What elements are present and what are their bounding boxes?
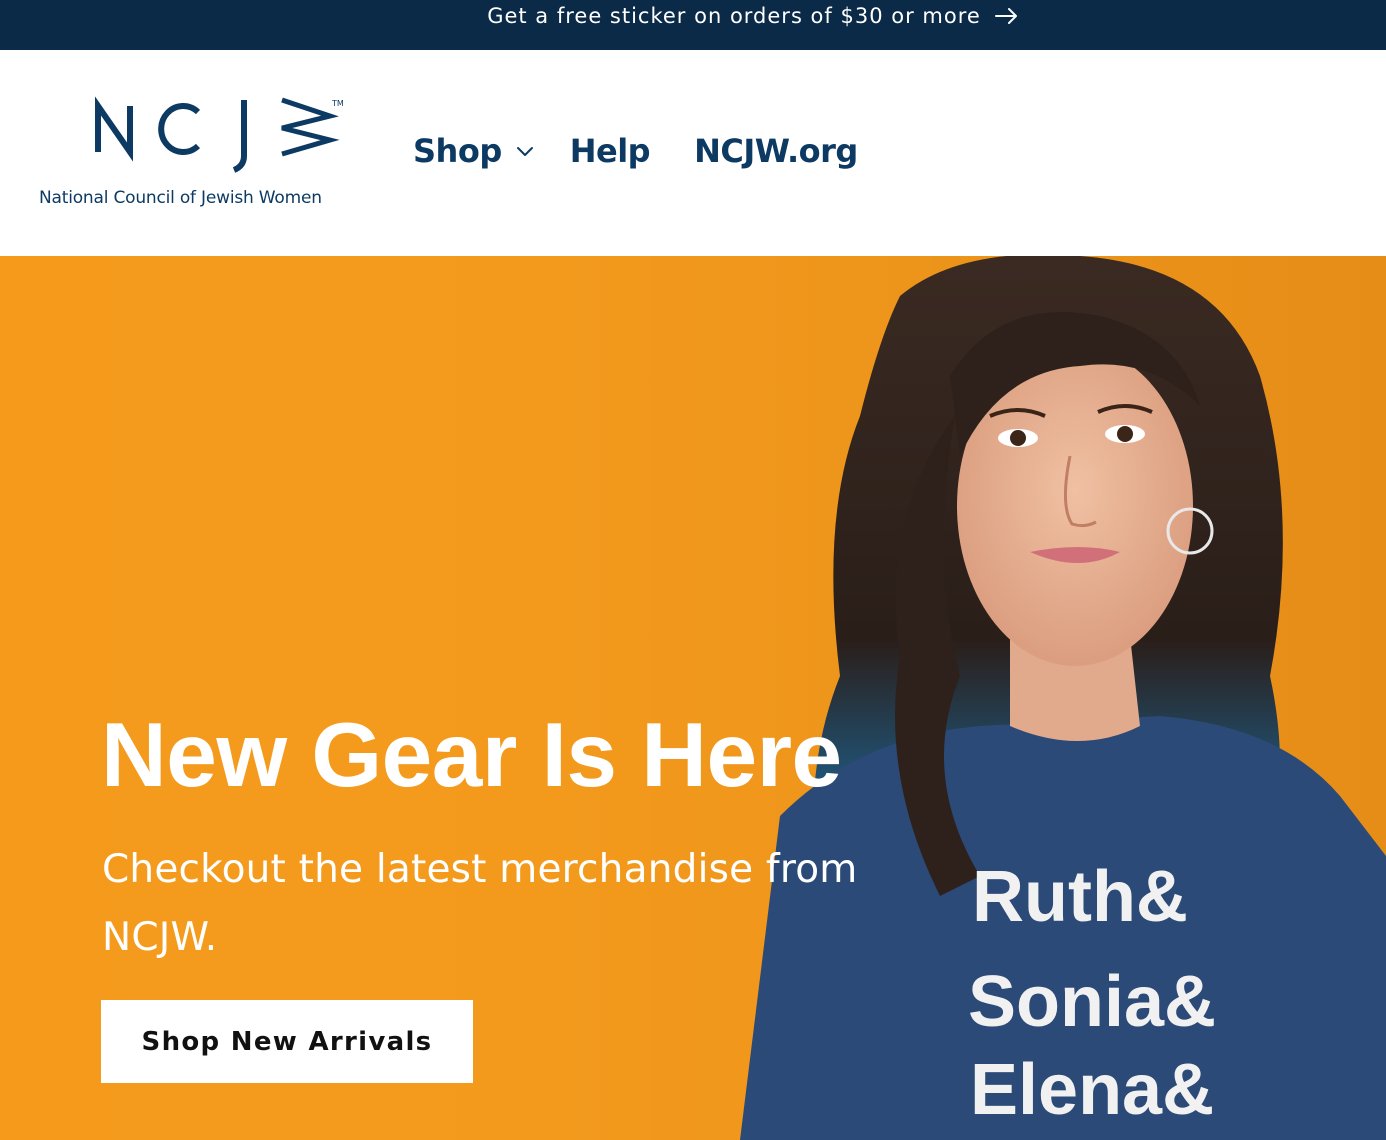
nav-help-label: Help (569, 132, 651, 170)
svg-text:TM: TM (331, 99, 344, 108)
announcement-link[interactable]: Get a free sticker on orders of $30 or m… (487, 4, 1019, 28)
main-nav: Shop Help NCJW.org (413, 132, 858, 170)
ncjw-logo-mark: TM (95, 96, 344, 173)
nav-help[interactable]: Help (569, 132, 651, 170)
announcement-text: Get a free sticker on orders of $30 or m… (487, 4, 981, 28)
hero-title: New Gear Is Here (101, 705, 842, 806)
chevron-down-icon (516, 147, 533, 156)
site-header: TM National Council of Jewish Women Shop… (0, 50, 1386, 256)
announcement-bar: Get a free sticker on orders of $30 or m… (0, 0, 1386, 50)
shirt-text-1: Ruth& (972, 857, 1188, 937)
arrow-right-icon (994, 8, 1017, 24)
shirt-text-3: Elena& (970, 1050, 1214, 1130)
hero-banner: Ruth& Sonia& Elena& New Gear Is Here Che… (0, 256, 1386, 1140)
shop-new-arrivals-button[interactable]: Shop New Arrivals (101, 1000, 473, 1083)
logo-tagline: National Council of Jewish Women (39, 188, 322, 208)
hero-subtitle: Checkout the latest merchandise from NCJ… (102, 847, 858, 960)
nav-ncjw-org[interactable]: NCJW.org (694, 132, 858, 170)
nav-shop-label: Shop (413, 132, 502, 170)
shirt-text-2: Sonia& (968, 962, 1216, 1042)
site-logo[interactable]: TM National Council of Jewish Women (38, 96, 348, 216)
nav-ncjw-org-label: NCJW.org (694, 132, 858, 170)
nav-shop[interactable]: Shop (413, 132, 534, 170)
